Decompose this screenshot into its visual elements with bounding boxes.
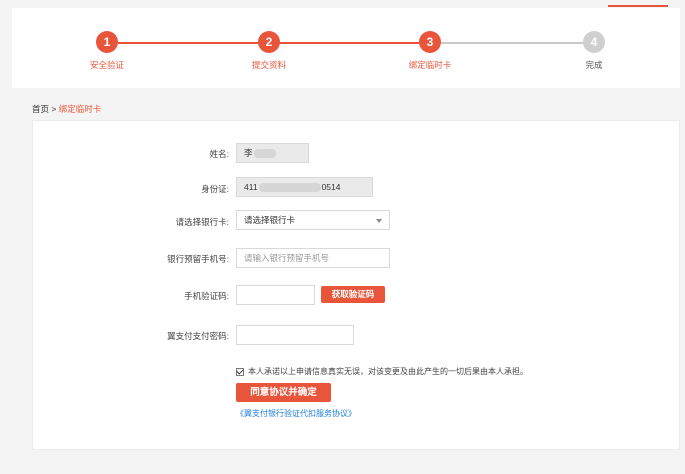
pay-password-label: 翼支付支付密码: (167, 331, 229, 341)
phone-placeholder: 请输入银行预留手机号 (244, 253, 330, 263)
id-card-mask (258, 183, 321, 193)
step-3: 3 绑定临时卡 (390, 31, 470, 71)
step-4: 4 完成 (554, 31, 634, 71)
step-1-label: 安全验证 (89, 60, 124, 70)
name-value: 李 (244, 148, 253, 158)
id-card-suffix: 0514 (321, 182, 341, 192)
agree-submit-button[interactable]: 同意协议并确定 (236, 383, 331, 402)
step-3-label: 绑定临时卡 (408, 60, 452, 70)
breadcrumb-home[interactable]: 首页 (32, 104, 49, 114)
breadcrumb-separator: > (49, 104, 59, 114)
bank-card-label: 请选择银行卡: (175, 217, 229, 227)
id-card-prefix: 411 (244, 182, 258, 192)
name-field: 李 (236, 143, 309, 163)
step-1: 1 安全验证 (67, 31, 147, 71)
breadcrumb: 首页 > 绑定临时卡 (32, 103, 101, 115)
agreement-row: 本人承诺以上申请信息真实无误，对该变更及由此产生的一切后果由本人承担。 (236, 366, 528, 377)
name-mask (253, 149, 276, 159)
top-accent-bar (608, 5, 668, 7)
step-4-circle: 4 (583, 31, 605, 53)
phone-label: 银行预留手机号: (167, 254, 229, 264)
step-2: 2 提交资料 (229, 31, 309, 71)
step-1-circle: 1 (96, 31, 118, 53)
pay-password-input[interactable] (236, 325, 354, 345)
phone-input[interactable]: 请输入银行预留手机号 (236, 248, 390, 268)
name-label: 姓名: (209, 149, 229, 159)
step-2-circle: 2 (258, 31, 280, 53)
agreement-checkbox[interactable] (236, 367, 244, 376)
form-card (32, 120, 680, 450)
id-card-label: 身份证: (201, 184, 229, 194)
step-4-label: 完成 (585, 60, 603, 70)
chevron-down-icon (376, 219, 382, 223)
sms-code-label: 手机验证码: (184, 291, 229, 301)
step-2-label: 提交资料 (251, 60, 286, 70)
protocol-link[interactable]: 《翼支付银行验证代扣服务协议》 (236, 408, 356, 419)
sms-code-input[interactable] (236, 285, 315, 305)
id-card-field: 411 0514 (236, 177, 373, 197)
breadcrumb-current: 绑定临时卡 (58, 104, 102, 114)
bank-card-select[interactable]: 请选择银行卡 (236, 210, 390, 230)
agreement-text: 本人承诺以上申请信息真实无误，对该变更及由此产生的一切后果由本人承担。 (248, 367, 528, 376)
get-sms-code-button[interactable]: 获取验证码 (321, 286, 385, 303)
bank-card-selected: 请选择银行卡 (244, 215, 296, 225)
step-3-circle: 3 (419, 31, 441, 53)
